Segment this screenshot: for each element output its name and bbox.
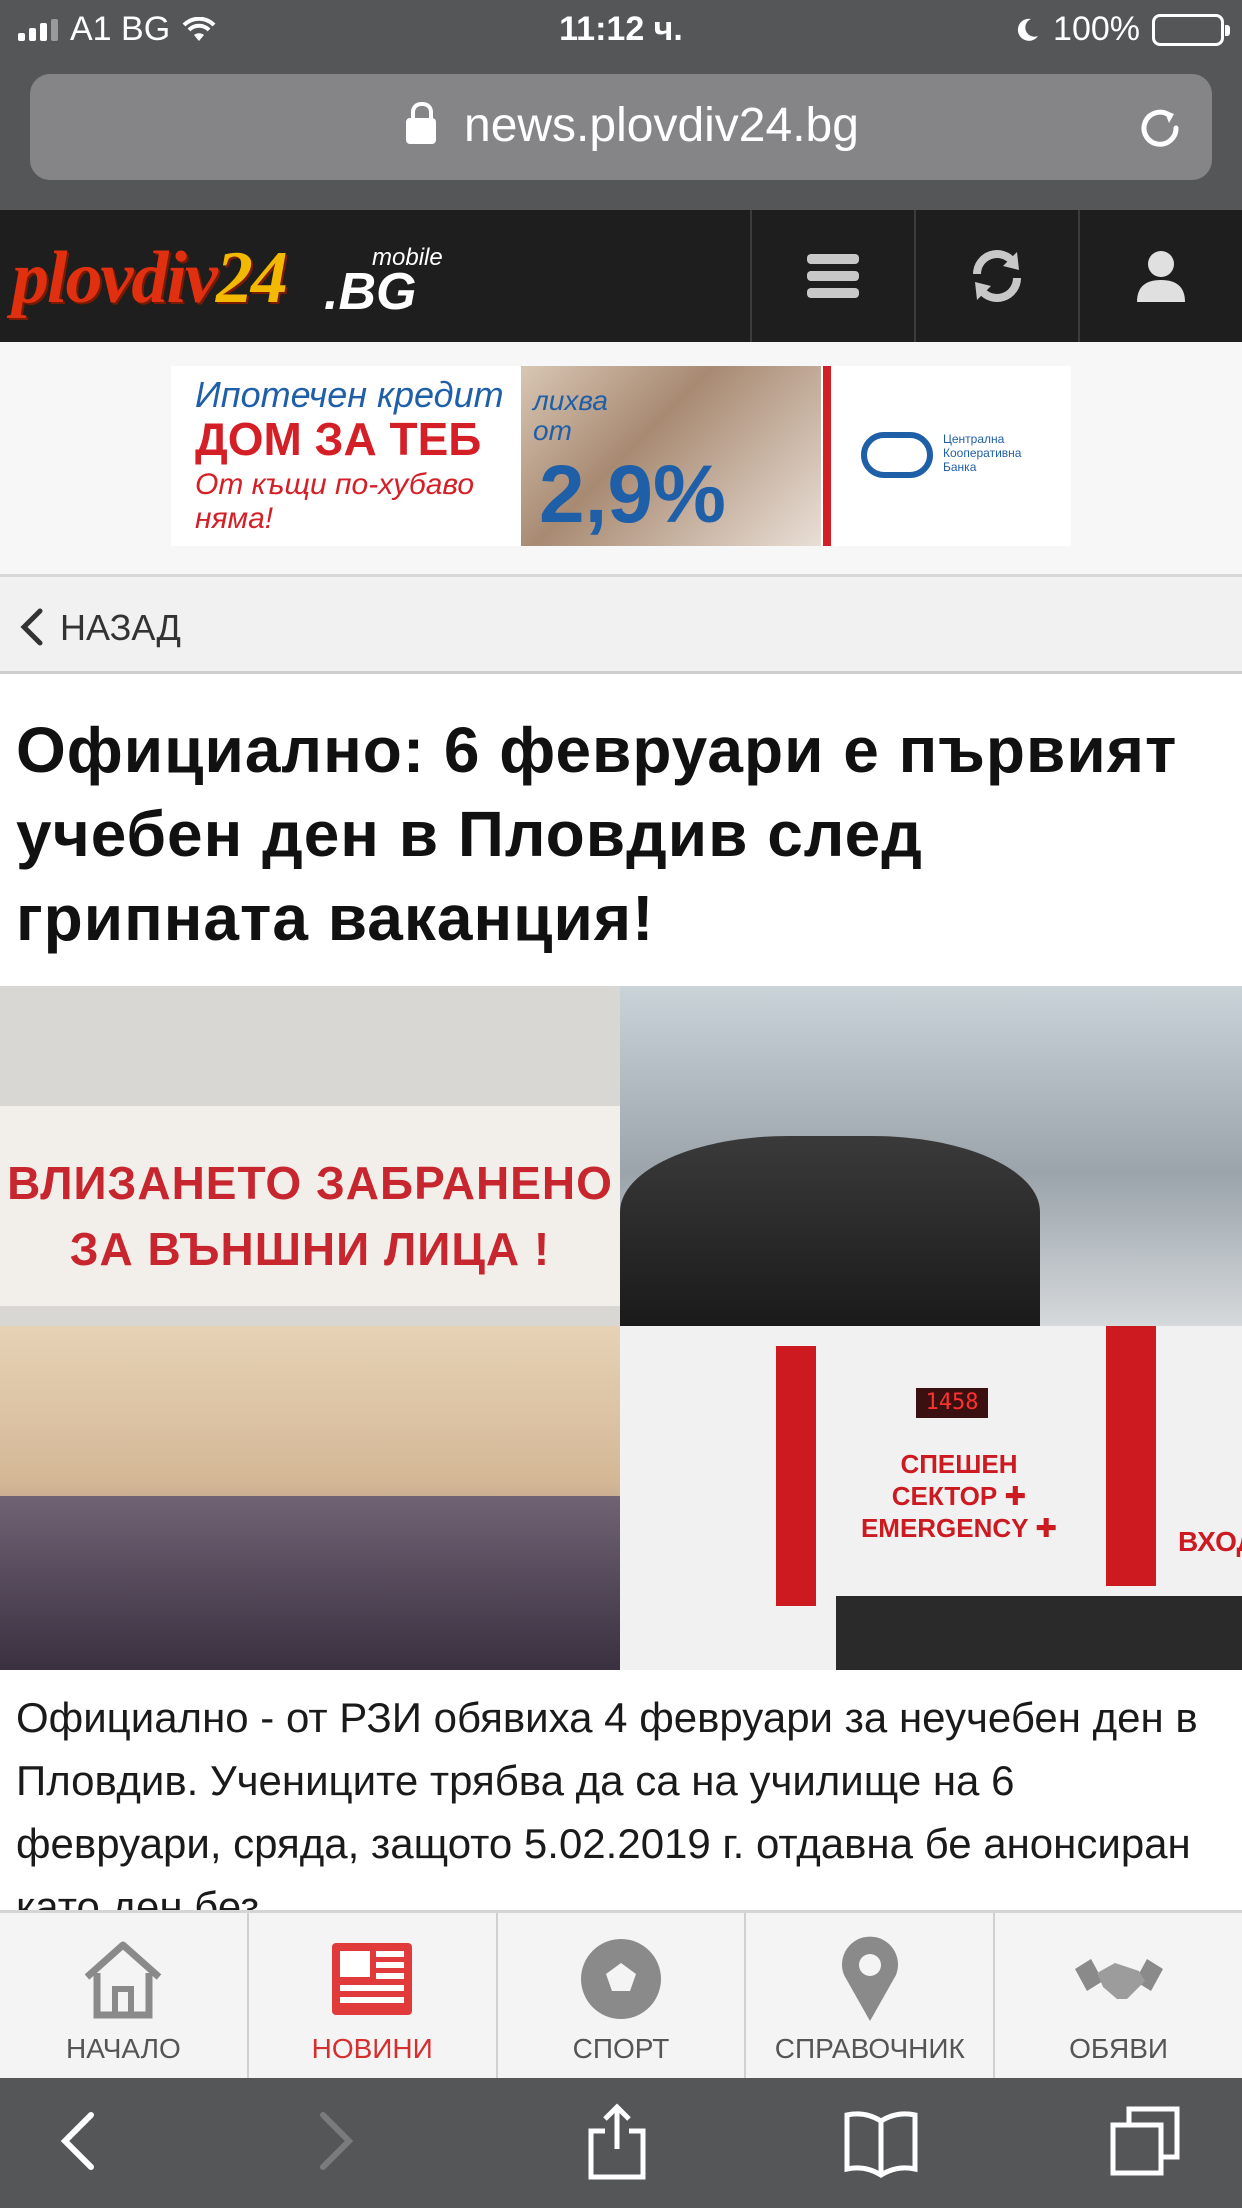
bank-logo-icon: [861, 432, 933, 478]
nav-label-news: НОВИНИ: [311, 2033, 433, 2064]
image-school: [0, 1326, 620, 1670]
status-right: 100%: [1013, 10, 1230, 49]
refresh-icon: [973, 250, 1021, 302]
nav-label-sport: СПОРТ: [572, 2033, 670, 2064]
article-image[interactable]: ВЛИЗАНЕТО ЗАБРАНЕНО ЗА ВЪНШНИ ЛИЦА ! 145…: [0, 986, 1242, 1670]
user-button[interactable]: [1078, 210, 1242, 342]
ad-line3: От къщи по-хубаво няма!: [195, 468, 475, 535]
reload-icon[interactable]: [1136, 104, 1184, 152]
ad-line2: ДОМ ЗА ТЕБ: [195, 413, 482, 465]
hospital-red-pillar-left: [776, 1346, 816, 1606]
handshake-icon: [1074, 1959, 1163, 1999]
logo-brand: plovdiv24: [12, 237, 288, 319]
nav-label-directory: СПРАВОЧНИК: [774, 2033, 965, 2064]
article-body: Официално - от РЗИ обявиха 4 февруари за…: [16, 1694, 1198, 1930]
football-icon: [580, 1939, 661, 2019]
ad-divider: [823, 366, 831, 546]
site-header: plovdiv24 mobile .BG: [0, 210, 1242, 342]
image-hospital: 1458 СПЕШЕН СЕКТОР ✚ EMERGENCY ✚ ВХОД: [620, 1326, 1242, 1670]
nav-item-home[interactable]: НАЧАЛО: [0, 1913, 249, 2078]
chevron-left-icon: [20, 608, 43, 646]
screen: A1 BG 11:12 ч. 100% news.plovdiv24.bg pl…: [0, 0, 1242, 2208]
hospital-clock: 1458: [916, 1388, 988, 1418]
url-text[interactable]: news.plovdiv24.bg: [464, 98, 859, 153]
nav-item-directory[interactable]: СПРАВОЧНИК: [746, 1913, 996, 2078]
nav-item-classifieds[interactable]: ОБЯВИ: [995, 1913, 1242, 2078]
sign-line2: ЗА ВЪНШНИ ЛИЦА !: [69, 1223, 551, 1275]
ad-area: Ипотечен кредит ДОМ ЗА ТЕБ От къщи по-ху…: [0, 342, 1242, 574]
ad-line1: Ипотечен кредит: [195, 374, 504, 415]
hospital-entrance: [836, 1596, 1242, 1670]
school-children: [0, 1496, 620, 1670]
share-button[interactable]: [572, 2096, 662, 2186]
lock-icon: [406, 102, 436, 144]
ad-rate: 2,9%: [539, 449, 726, 540]
user-icon: [1137, 251, 1185, 302]
site-logo[interactable]: plovdiv24 mobile .BG: [12, 236, 443, 326]
hallway-crowd: [620, 1136, 1040, 1326]
hospital-red-pillar-right: [1106, 1326, 1156, 1586]
bookmarks-icon: [844, 2111, 918, 2178]
emergency-sign: СПЕШЕН СЕКТОР ✚ EMERGENCY ✚: [860, 1449, 1058, 1543]
back-icon: [60, 2112, 94, 2170]
nav-item-sport[interactable]: СПОРТ: [498, 1913, 747, 2078]
menu-icon: [807, 254, 859, 298]
browser-chrome: news.plovdiv24.bg: [0, 62, 1242, 210]
moon-icon: [1017, 18, 1039, 41]
site-bottom-nav: НАЧАЛО НОВИНИ СПОРТ СПРАВОЧНИК ОБЯВИ: [0, 1910, 1242, 2078]
forward-icon: [320, 2112, 354, 2170]
article-headline: Официално: 6 февруари е първият учебен д…: [16, 714, 1178, 954]
back-label[interactable]: НАЗАД: [60, 607, 181, 649]
image-sign: ВЛИЗАНЕТО ЗАБРАНЕНО ЗА ВЪНШНИ ЛИЦА !: [0, 986, 620, 1326]
share-icon: [588, 2103, 646, 2180]
browser-back-button[interactable]: [34, 2096, 124, 2186]
tabs-icon: [1110, 2106, 1180, 2176]
browser-toolbar: [0, 2078, 1242, 2208]
ad-banner[interactable]: Ипотечен кредит ДОМ ЗА ТЕБ От къщи по-ху…: [171, 366, 1071, 546]
ad-bank-text: Централна Кооперативна Банка: [943, 432, 1022, 474]
address-bar[interactable]: news.plovdiv24.bg: [30, 74, 1212, 180]
status-bar: A1 BG 11:12 ч. 100%: [0, 0, 1242, 62]
menu-button[interactable]: [750, 210, 914, 342]
image-hallway: [620, 986, 1242, 1326]
logo-tld: .BG: [324, 263, 417, 321]
sign-line1: ВЛИЗАНЕТО ЗАБРАНЕНО: [7, 1157, 613, 1209]
newspaper-icon: [332, 1943, 413, 2015]
ad-rate-label: лихва от: [533, 385, 608, 446]
nav-label-home: НАЧАЛО: [65, 2033, 181, 2064]
battery-icon: [1152, 13, 1230, 46]
tabs-button[interactable]: [1100, 2096, 1190, 2186]
battery-percent: 100%: [1053, 10, 1140, 48]
map-pin-icon: [841, 1936, 898, 2021]
bookmarks-button[interactable]: [836, 2096, 926, 2186]
back-bar[interactable]: НАЗАД: [0, 574, 1242, 674]
nav-label-classifieds: ОБЯВИ: [1069, 2033, 1169, 2064]
home-icon: [85, 1941, 162, 2019]
browser-forward-button[interactable]: [290, 2096, 380, 2186]
nav-item-news[interactable]: НОВИНИ: [249, 1913, 498, 2078]
entrance-sign: ВХОД: [1178, 1526, 1242, 1557]
refresh-button[interactable]: [914, 210, 1078, 342]
